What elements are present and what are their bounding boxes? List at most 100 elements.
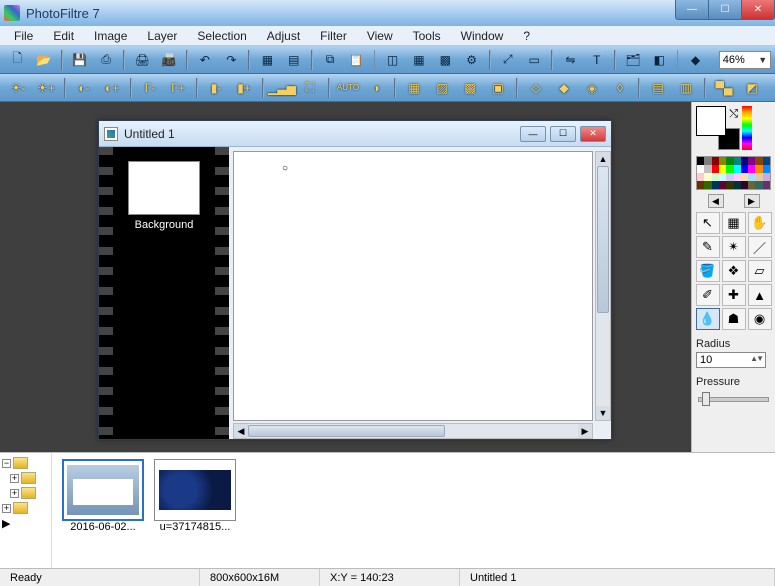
undo-button[interactable]: ↶	[194, 49, 216, 71]
scroll-thumb[interactable]	[248, 425, 445, 437]
pointer-tool[interactable]: ↖	[696, 212, 720, 234]
menu-view[interactable]: View	[357, 27, 403, 45]
variation1-button[interactable]: ◇	[524, 77, 548, 99]
color-swatch[interactable]	[748, 181, 755, 189]
thumbnail-item[interactable]: u=37174815...	[154, 459, 236, 533]
menu-adjust[interactable]: Adjust	[257, 27, 310, 45]
menu-selection[interactable]: Selection	[187, 27, 256, 45]
color-swatch[interactable]	[719, 181, 726, 189]
text-button[interactable]: T	[586, 49, 608, 71]
scroll-up-button[interactable]: ▲	[596, 152, 610, 166]
color-swatch[interactable]	[726, 157, 733, 165]
color-swatch[interactable]	[704, 181, 711, 189]
color-swatch[interactable]	[741, 173, 748, 181]
levels-button[interactable]: ⛶	[298, 77, 322, 99]
save-all-button[interactable]: ⎙	[95, 49, 117, 71]
color-swatch[interactable]	[734, 157, 741, 165]
histogram-button[interactable]: ▁▃▅	[270, 77, 294, 99]
color-swatch[interactable]	[712, 157, 719, 165]
gamma-plus-button[interactable]: Γ+	[166, 77, 190, 99]
redo-button[interactable]: ↷	[220, 49, 242, 71]
color-swatch[interactable]	[748, 173, 755, 181]
window-minimize-button[interactable]: —	[675, 0, 709, 20]
new-button[interactable]: 🗋	[6, 49, 28, 71]
print-button[interactable]: 🖨	[131, 49, 153, 71]
foreground-background-colors[interactable]: ⤭	[696, 106, 740, 150]
menu-tools[interactable]: Tools	[403, 27, 451, 45]
contrast-plus-button[interactable]: ◐+	[100, 77, 124, 99]
menu-window[interactable]: Window	[451, 27, 514, 45]
doc-close-button[interactable]: ✕	[580, 126, 606, 142]
scan-button[interactable]: 📠	[157, 49, 179, 71]
swap-colors-icon[interactable]: ⤭	[729, 108, 738, 121]
color-swatch[interactable]	[748, 157, 755, 165]
color-swatch[interactable]	[697, 173, 704, 181]
sharpen-button[interactable]: ▩	[458, 77, 482, 99]
scroll-left-button[interactable]: ◀	[234, 424, 248, 438]
color-swatch[interactable]	[719, 165, 726, 173]
color-swatch[interactable]	[712, 165, 719, 173]
canvas-size-button[interactable]: ▭	[523, 49, 545, 71]
paste-button[interactable]: 📋	[345, 49, 367, 71]
grayscale-button[interactable]: ▤	[646, 77, 670, 99]
photomask-button[interactable]: ◩	[740, 77, 764, 99]
color-swatch[interactable]	[712, 181, 719, 189]
window-close-button[interactable]: ✕	[741, 0, 775, 20]
image-size-button[interactable]: ⤢	[497, 49, 519, 71]
smudge-tool[interactable]: 💧	[696, 308, 720, 330]
spray-tool[interactable]: ❖	[722, 260, 746, 282]
color-swatch[interactable]	[726, 165, 733, 173]
tree-node[interactable]: +	[2, 502, 49, 514]
flip-h-button[interactable]: ⇋	[559, 49, 581, 71]
color-swatch[interactable]	[763, 165, 770, 173]
scroll-right-button[interactable]: ▶	[578, 424, 592, 438]
gradient-button[interactable]: ▀▄	[712, 77, 736, 99]
color-swatch[interactable]	[755, 157, 762, 165]
plugins-button[interactable]: ◆	[684, 49, 706, 71]
color-swatch[interactable]	[734, 165, 741, 173]
menu-file[interactable]: File	[4, 27, 43, 45]
transparency-button[interactable]: ▩	[434, 49, 456, 71]
color-swatch[interactable]	[719, 157, 726, 165]
wand-tool[interactable]: ✴	[722, 236, 746, 258]
color-swatch[interactable]	[741, 181, 748, 189]
advbrush-tool[interactable]: ✚	[722, 284, 746, 306]
color-swatch[interactable]	[734, 181, 741, 189]
open-button[interactable]: 📂	[32, 49, 54, 71]
color-swatch[interactable]	[741, 165, 748, 173]
canvas[interactable]	[233, 151, 593, 421]
sepia-button[interactable]: ▥	[674, 77, 698, 99]
soften-button[interactable]: ▦	[402, 77, 426, 99]
selection-tool[interactable]: ▦	[722, 212, 746, 234]
menu-edit[interactable]: Edit	[43, 27, 84, 45]
document-window[interactable]: Untitled 1 — ☐ ✕ Background ▲	[98, 120, 612, 440]
nav-button[interactable]: ◧	[648, 49, 670, 71]
saturation-minus-button[interactable]: ▮-	[204, 77, 228, 99]
copy-button[interactable]: ⧉	[319, 49, 341, 71]
color-spectrum[interactable]	[742, 106, 752, 150]
brightness-plus-button[interactable]: ☀+	[34, 77, 58, 99]
auto-contrast-button[interactable]: ◑	[364, 77, 388, 99]
menu-filter[interactable]: Filter	[310, 27, 357, 45]
automate-button[interactable]: ⚙	[460, 49, 482, 71]
doc-maximize-button[interactable]: ☐	[550, 126, 576, 142]
retouch-tool[interactable]: ◉	[748, 308, 772, 330]
color-swatch[interactable]	[719, 173, 726, 181]
vertical-scrollbar[interactable]: ▲ ▼	[595, 151, 611, 421]
color-swatch[interactable]	[697, 165, 704, 173]
hand-tool[interactable]: ✋	[748, 212, 772, 234]
layer-thumbnail[interactable]	[128, 161, 200, 215]
brightness-minus-button[interactable]: ☀-	[6, 77, 30, 99]
eraser-tool[interactable]: ▱	[748, 260, 772, 282]
clone-tool[interactable]: ☗	[722, 308, 746, 330]
color-swatch[interactable]	[741, 157, 748, 165]
grid-button[interactable]: ▦	[408, 49, 430, 71]
fill-tool[interactable]: 🪣	[696, 260, 720, 282]
color-swatch[interactable]	[726, 173, 733, 181]
scroll-thumb[interactable]	[597, 166, 609, 313]
line-tool[interactable]: ／	[748, 236, 772, 258]
selection-show-button[interactable]: ◫	[381, 49, 403, 71]
color-swatch[interactable]	[734, 173, 741, 181]
document-titlebar[interactable]: Untitled 1 — ☐ ✕	[99, 121, 611, 147]
menu-image[interactable]: Image	[84, 27, 137, 45]
